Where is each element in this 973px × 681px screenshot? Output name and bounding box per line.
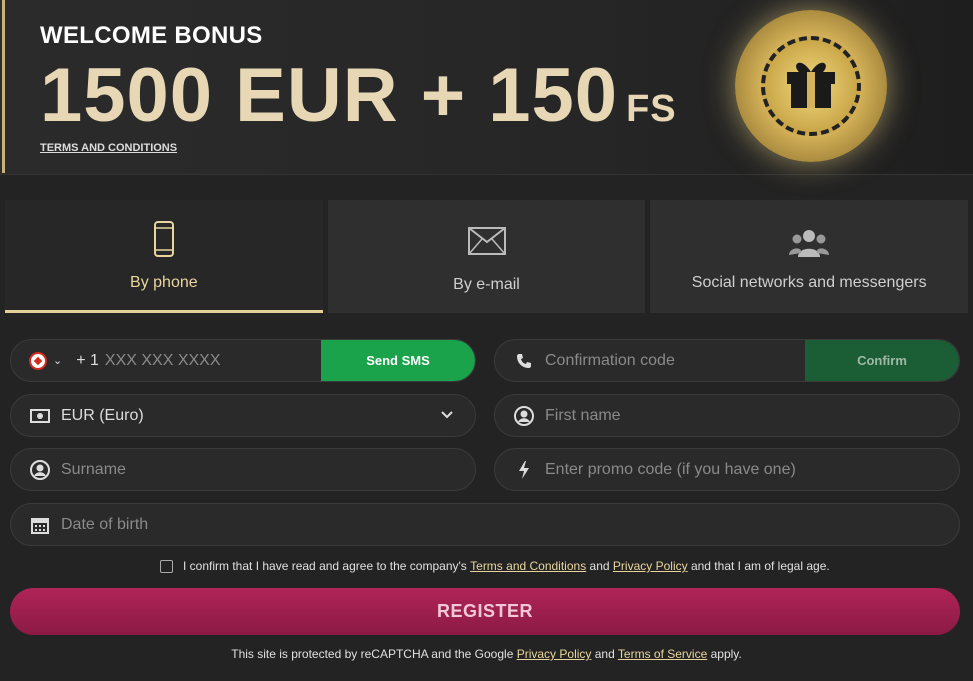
currency-value: EUR (Euro) <box>61 406 144 424</box>
welcome-bonus-banner: WELCOME BONUS 1500 EUR + 150 FS TERMS AND… <box>0 0 973 175</box>
google-privacy-policy-link[interactable]: Privacy Policy <box>517 647 592 661</box>
phone-field: ⌄ + 1 XXX XXX XXXX Send SMS <box>10 339 476 382</box>
captcha-text-2: apply. <box>710 647 742 661</box>
bonus-amount-suffix: FS <box>626 88 677 130</box>
tab-by-phone[interactable]: By phone <box>5 200 323 313</box>
send-sms-button[interactable]: Send SMS <box>321 340 475 381</box>
phone-handset-icon <box>503 353 545 369</box>
users-icon <box>789 221 830 265</box>
user-circle-icon <box>19 459 61 480</box>
agreement-text-1: I confirm that I have read and agree to … <box>183 559 467 573</box>
banknote-icon <box>19 408 61 423</box>
currency-select[interactable]: EUR (Euro) <box>10 394 476 437</box>
envelope-icon <box>467 219 506 263</box>
bonus-amount: 1500 EUR + 150 FS <box>40 52 677 139</box>
surname-input[interactable]: Surname <box>61 461 126 479</box>
tab-by-email-label: By e-mail <box>453 275 520 293</box>
lightning-icon <box>503 460 545 479</box>
first-name-field: First name <box>494 394 960 437</box>
terms-agreement: I confirm that I have read and agree to … <box>160 559 860 573</box>
phone-input[interactable]: XXX XXX XXXX <box>105 352 221 370</box>
registration-method-tabs: By phone By e-mail Social networks and m… <box>5 200 969 313</box>
date-of-birth-field: Date of birth <box>10 503 960 546</box>
agree-checkbox[interactable] <box>160 559 173 573</box>
country-chevron-down-icon[interactable]: ⌄ <box>53 354 62 367</box>
confirmation-code-input[interactable]: Confirmation code <box>545 352 675 370</box>
privacy-policy-link[interactable]: Privacy Policy <box>613 559 688 573</box>
date-of-birth-input[interactable]: Date of birth <box>61 516 148 534</box>
surname-field: Surname <box>10 448 476 491</box>
captcha-text-1: This site is protected by reCAPTCHA and … <box>231 647 514 661</box>
promo-code-field: Enter promo code (if you have one) <box>494 448 960 491</box>
phone-prefix: + 1 <box>76 351 99 369</box>
tab-social-networks-label: Social networks and messengers <box>691 273 927 291</box>
smartphone-icon <box>153 217 175 261</box>
gift-icon <box>787 62 835 108</box>
first-name-input[interactable]: First name <box>545 407 621 425</box>
promo-code-input[interactable]: Enter promo code (if you have one) <box>545 461 796 479</box>
confirm-button[interactable]: Confirm <box>805 340 959 381</box>
casino-chip-icon <box>735 10 887 162</box>
terms-conditions-link[interactable]: Terms and Conditions <box>470 559 586 573</box>
user-circle-icon <box>503 405 545 426</box>
banner-accent-bar <box>2 0 5 173</box>
canada-flag-icon[interactable] <box>29 351 47 370</box>
chevron-down-icon[interactable] <box>439 407 455 423</box>
banner-title: WELCOME BONUS <box>40 22 263 49</box>
banner-terms-link[interactable]: TERMS AND CONDITIONS <box>40 142 177 154</box>
register-button[interactable]: REGISTER <box>10 588 960 635</box>
calendar-icon <box>19 516 61 534</box>
recaptcha-notice: This site is protected by reCAPTCHA and … <box>0 647 973 661</box>
captcha-and: and <box>594 647 615 661</box>
agreement-text-2: and that I am of legal age. <box>690 559 830 573</box>
bonus-amount-value: 1500 EUR + 150 <box>40 53 619 138</box>
tab-social-networks[interactable]: Social networks and messengers <box>650 200 969 313</box>
agreement-and: and <box>589 559 610 573</box>
confirmation-code-field: Confirmation code Confirm <box>494 339 960 382</box>
tab-by-phone-label: By phone <box>130 274 198 291</box>
google-terms-of-service-link[interactable]: Terms of Service <box>618 647 707 661</box>
tab-by-email[interactable]: By e-mail <box>327 200 646 313</box>
